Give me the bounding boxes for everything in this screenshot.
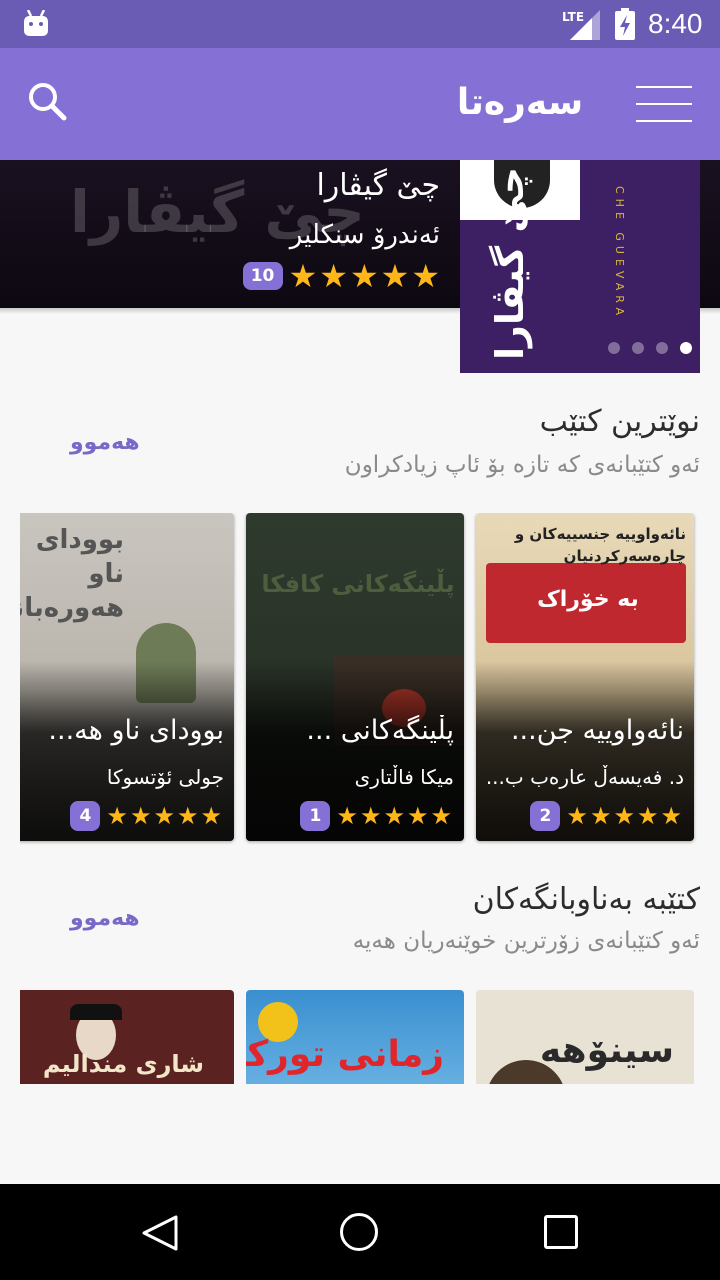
star-icon: ★: [336, 802, 358, 830]
star-icon: ★: [176, 802, 199, 830]
rating-count-badge: 1: [300, 801, 331, 831]
cover-text: سینۆهە: [539, 1030, 674, 1071]
latest-section-title: نوێترین کتێب: [539, 404, 700, 439]
page-title: سەرەتا: [456, 82, 584, 123]
network-type: LTE: [562, 10, 585, 24]
popular-books-list: سینۆهە زمانی تورکی شاری مندالیم: [20, 990, 720, 1084]
book-title: بوودای ناو هە...: [48, 715, 224, 746]
popular-section-title: کتێبە بەناوبانگەکان: [472, 882, 700, 917]
star-rating: ★ ★ ★ ★ ★: [336, 804, 452, 828]
star-icon: ★: [613, 802, 635, 830]
book-title: نائەواوییە جن...: [510, 715, 684, 746]
cover-text: پڵینگەکانی کافکا: [261, 570, 455, 598]
navigation-bar: [0, 1184, 720, 1280]
cover-band-text: بە خۆراک: [537, 587, 639, 612]
cover-text: بوودای ناو هەورەبانەکە: [20, 525, 124, 623]
star-icon: ★: [359, 802, 382, 830]
popular-section-subtitle: ئەو کتێبانەی زۆرترین خوێنەریان هەیە: [352, 928, 700, 954]
star-icon: ★: [380, 257, 410, 295]
cover-latin-title: CHE GUEVARA: [613, 186, 626, 320]
star-icon: ★: [660, 802, 682, 830]
star-icon: ★: [153, 802, 175, 830]
star-icon: ★: [349, 257, 379, 295]
star-icon: ★: [589, 802, 612, 830]
star-icon: ★: [566, 802, 588, 830]
cover-text: زمانی تورکی: [246, 1034, 444, 1075]
featured-book-title: چێ گیڤارا: [316, 168, 440, 203]
star-rating: ★ ★ ★ ★ ★: [289, 260, 440, 292]
star-icon: ★: [636, 802, 659, 830]
featured-book-rating: 10 ★ ★ ★ ★ ★: [242, 260, 440, 292]
cover-text: نائەواوییە جنسییەکان و چارەسەرکردنیان: [514, 525, 686, 565]
star-rating: ★ ★ ★ ★ ★: [106, 804, 222, 828]
featured-book-author: ئەندرۆ سنکلیر: [289, 220, 440, 250]
battery-charging-icon: [615, 8, 635, 40]
book-card[interactable]: زمانی تورکی: [246, 990, 464, 1084]
rating-count-badge: 10: [242, 262, 283, 290]
star-icon: ★: [200, 802, 222, 830]
carousel-indicator[interactable]: [608, 342, 692, 354]
carousel-dot-active[interactable]: [680, 342, 692, 354]
book-card[interactable]: سینۆهە: [476, 990, 694, 1084]
carousel-dot[interactable]: [632, 342, 644, 354]
popular-see-all-link[interactable]: هەموو: [70, 906, 140, 931]
star-icon: ★: [383, 802, 405, 830]
latest-section-subtitle: ئەو کتێبانەی کە تازە بۆ ئاپ زیادکراون: [344, 452, 700, 478]
latest-see-all-link[interactable]: هەموو: [70, 430, 140, 455]
status-bar: LTE 8:40: [0, 0, 720, 48]
carousel-dot[interactable]: [656, 342, 668, 354]
book-rating: 2 ★ ★ ★ ★ ★: [530, 801, 682, 831]
star-icon: ★: [288, 257, 318, 295]
book-card[interactable]: بوودای ناو هەورەبانەکە بوودای ناو هە... …: [20, 513, 234, 841]
star-icon: ★: [319, 257, 348, 295]
android-notification-icon: [24, 10, 48, 36]
book-author: میکا فاڵتاری: [354, 765, 454, 789]
menu-icon[interactable]: [636, 86, 692, 122]
back-icon[interactable]: [140, 1214, 180, 1252]
recent-apps-icon[interactable]: [544, 1215, 578, 1249]
carousel-dot[interactable]: [608, 342, 620, 354]
clock: 8:40: [648, 8, 703, 39]
book-card[interactable]: نائەواوییە جنسییەکان و چارەسەرکردنیان بە…: [476, 513, 694, 841]
book-rating: 1 ★ ★ ★ ★ ★: [300, 801, 452, 831]
latest-books-list: نائەواوییە جنسییەکان و چارەسەرکردنیان بە…: [20, 513, 720, 845]
star-icon: ★: [406, 802, 429, 830]
rating-count-badge: 2: [530, 801, 561, 831]
star-icon: ★: [106, 802, 128, 830]
star-icon: ★: [129, 802, 152, 830]
cover-text: شاری مندالیم: [42, 1050, 204, 1078]
home-icon[interactable]: [340, 1213, 378, 1251]
rating-count-badge: 4: [70, 801, 101, 831]
star-rating: ★ ★ ★ ★ ★: [566, 804, 682, 828]
search-icon[interactable]: [26, 80, 70, 124]
book-author: جولی ئۆتسوکا: [106, 765, 224, 789]
book-author: د. فەیسەڵ عارەب ب...: [485, 765, 684, 789]
book-rating: 4 ★ ★ ★ ★ ★: [70, 801, 222, 831]
book-card[interactable]: شاری مندالیم: [20, 990, 234, 1084]
cover-title: چێ گیڤارا: [488, 166, 532, 360]
star-icon: ★: [430, 802, 452, 830]
book-title: پڵینگەکانی ...: [306, 715, 454, 746]
book-card[interactable]: پڵینگەکانی کافکا پڵینگەکانی ... میکا فاڵ…: [246, 513, 464, 841]
star-icon: ★: [411, 257, 440, 295]
app-bar: سەرەتا: [0, 48, 720, 160]
